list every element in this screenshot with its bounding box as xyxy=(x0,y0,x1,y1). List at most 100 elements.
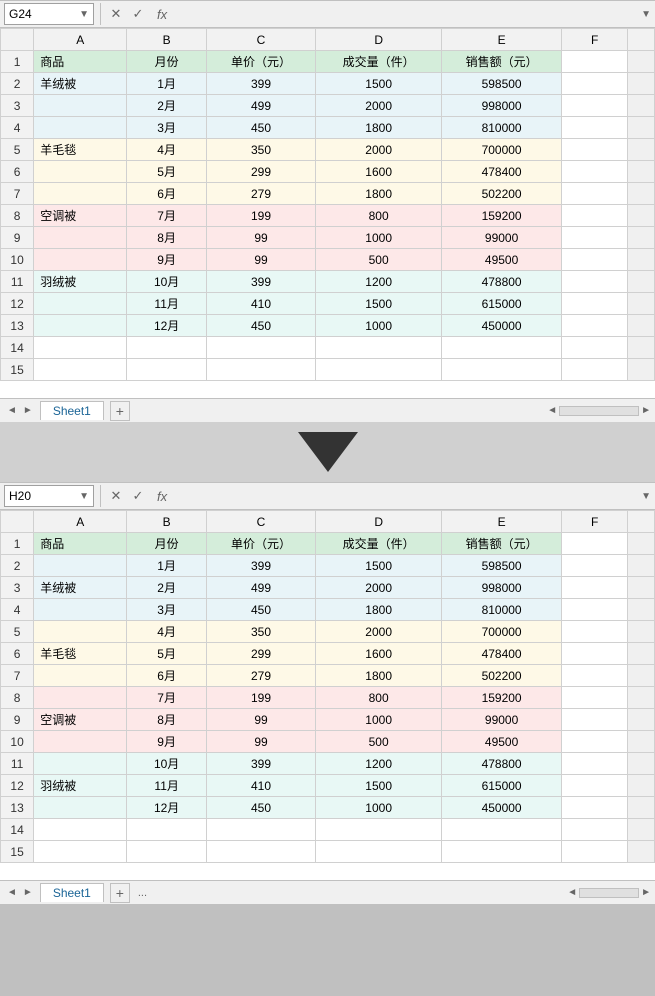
cell-d[interactable]: 1800 xyxy=(316,665,442,687)
cell-d[interactable]: 1000 xyxy=(316,709,442,731)
table-row[interactable]: 43月4501800810000 xyxy=(1,599,655,621)
col-header-c-bottom[interactable]: C xyxy=(207,511,316,533)
cell-a[interactable] xyxy=(34,731,127,753)
cell-e[interactable]: 998000 xyxy=(442,95,562,117)
cell-d[interactable]: 1500 xyxy=(316,293,442,315)
cell-c[interactable]: 499 xyxy=(207,95,316,117)
cell-d[interactable]: 2000 xyxy=(316,95,442,117)
cell-b[interactable]: 月份 xyxy=(127,533,207,555)
tab-add-bottom[interactable]: + xyxy=(110,883,130,903)
cell-f[interactable] xyxy=(561,731,627,753)
h-scroll-track-top[interactable] xyxy=(559,406,639,416)
cell-c[interactable]: 350 xyxy=(207,139,316,161)
cell-b[interactable]: 2月 xyxy=(127,95,207,117)
col-header-f-top[interactable]: F xyxy=(561,29,627,51)
cell-b[interactable]: 1月 xyxy=(127,73,207,95)
cell-f[interactable] xyxy=(561,709,627,731)
col-header-e-bottom[interactable]: E xyxy=(442,511,562,533)
cell-b[interactable]: 5月 xyxy=(127,643,207,665)
cell-e[interactable]: 159200 xyxy=(442,205,562,227)
table-row[interactable]: 3羊绒被2月4992000998000 xyxy=(1,577,655,599)
table-row[interactable]: 11羽绒被10月3991200478800 xyxy=(1,271,655,293)
cell-f[interactable] xyxy=(561,205,627,227)
table-row[interactable]: 98月99100099000 xyxy=(1,227,655,249)
confirm-icon[interactable]: ✓ xyxy=(129,6,147,22)
cancel-icon[interactable]: ✕ xyxy=(107,6,125,22)
col-header-c-top[interactable]: C xyxy=(207,29,316,51)
cell-e[interactable]: 99000 xyxy=(442,709,562,731)
cell-a[interactable] xyxy=(34,665,127,687)
cell-f[interactable] xyxy=(561,293,627,315)
cell-b[interactable] xyxy=(127,841,207,863)
cell-c[interactable] xyxy=(207,841,316,863)
tab-nav-left-top[interactable]: ◄ xyxy=(4,405,20,416)
cell-a[interactable] xyxy=(34,797,127,819)
cell-b[interactable]: 10月 xyxy=(127,753,207,775)
cell-e[interactable]: 478800 xyxy=(442,271,562,293)
cell-c[interactable]: 499 xyxy=(207,577,316,599)
cell-f[interactable] xyxy=(561,95,627,117)
cell-d[interactable] xyxy=(316,337,442,359)
cell-e[interactable]: 700000 xyxy=(442,621,562,643)
tab-add-top[interactable]: + xyxy=(110,401,130,421)
cell-c[interactable]: 410 xyxy=(207,775,316,797)
cell-c[interactable]: 279 xyxy=(207,665,316,687)
cell-e[interactable]: 598500 xyxy=(442,73,562,95)
cell-f[interactable] xyxy=(561,139,627,161)
cell-c[interactable]: 450 xyxy=(207,117,316,139)
cell-b[interactable]: 11月 xyxy=(127,775,207,797)
tab-nav-right-top[interactable]: ► xyxy=(20,405,36,416)
cell-e[interactable]: 478800 xyxy=(442,753,562,775)
cell-b[interactable]: 11月 xyxy=(127,293,207,315)
cell-f[interactable] xyxy=(561,315,627,337)
cell-a[interactable] xyxy=(34,117,127,139)
confirm-icon-bottom[interactable]: ✓ xyxy=(129,488,147,504)
cell-a[interactable] xyxy=(34,359,127,381)
cell-e[interactable]: 478400 xyxy=(442,643,562,665)
cell-f[interactable] xyxy=(561,117,627,139)
cell-b[interactable]: 8月 xyxy=(127,709,207,731)
table-row[interactable]: 6羊毛毯5月2991600478400 xyxy=(1,643,655,665)
cell-c[interactable]: 299 xyxy=(207,643,316,665)
cell-e[interactable] xyxy=(442,819,562,841)
table-row[interactable]: 109月9950049500 xyxy=(1,731,655,753)
cell-b[interactable]: 8月 xyxy=(127,227,207,249)
table-row[interactable]: 76月2791800502200 xyxy=(1,183,655,205)
cell-f[interactable] xyxy=(561,73,627,95)
table-row[interactable]: 14 xyxy=(1,337,655,359)
cell-c[interactable]: 199 xyxy=(207,687,316,709)
cell-e[interactable]: 478400 xyxy=(442,161,562,183)
cell-d[interactable]: 1800 xyxy=(316,599,442,621)
cell-a[interactable] xyxy=(34,227,127,249)
cell-f[interactable] xyxy=(561,249,627,271)
cell-d[interactable]: 500 xyxy=(316,731,442,753)
cell-d[interactable]: 1800 xyxy=(316,183,442,205)
col-header-b-top[interactable]: B xyxy=(127,29,207,51)
cell-a[interactable]: 空调被 xyxy=(34,205,127,227)
cell-e[interactable]: 810000 xyxy=(442,117,562,139)
cell-c[interactable]: 99 xyxy=(207,731,316,753)
cell-c[interactable]: 410 xyxy=(207,293,316,315)
tab-nav-left-bottom[interactable]: ◄ xyxy=(4,887,20,898)
cancel-icon-bottom[interactable]: ✕ xyxy=(107,488,125,504)
cell-d[interactable]: 1600 xyxy=(316,643,442,665)
table-row[interactable]: 5羊毛毯4月3502000700000 xyxy=(1,139,655,161)
col-header-a-top[interactable]: A xyxy=(34,29,127,51)
table-row[interactable]: 109月9950049500 xyxy=(1,249,655,271)
cell-f[interactable] xyxy=(561,599,627,621)
cell-e[interactable]: 450000 xyxy=(442,797,562,819)
cell-c[interactable]: 99 xyxy=(207,249,316,271)
cell-b[interactable]: 月份 xyxy=(127,51,207,73)
table-row[interactable]: 21月3991500598500 xyxy=(1,555,655,577)
cell-f[interactable] xyxy=(561,161,627,183)
table-row[interactable]: 54月3502000700000 xyxy=(1,621,655,643)
scroll-right-icon-top[interactable]: ► xyxy=(641,405,651,416)
cell-f[interactable] xyxy=(561,753,627,775)
table-row[interactable]: 87月199800159200 xyxy=(1,687,655,709)
cell-b[interactable]: 5月 xyxy=(127,161,207,183)
cell-e[interactable]: 615000 xyxy=(442,293,562,315)
table-row[interactable]: 1商品月份单价（元）成交量（件）销售额（元） xyxy=(1,51,655,73)
cell-e[interactable]: 502200 xyxy=(442,183,562,205)
cell-d[interactable]: 1200 xyxy=(316,271,442,293)
cell-f[interactable] xyxy=(561,51,627,73)
